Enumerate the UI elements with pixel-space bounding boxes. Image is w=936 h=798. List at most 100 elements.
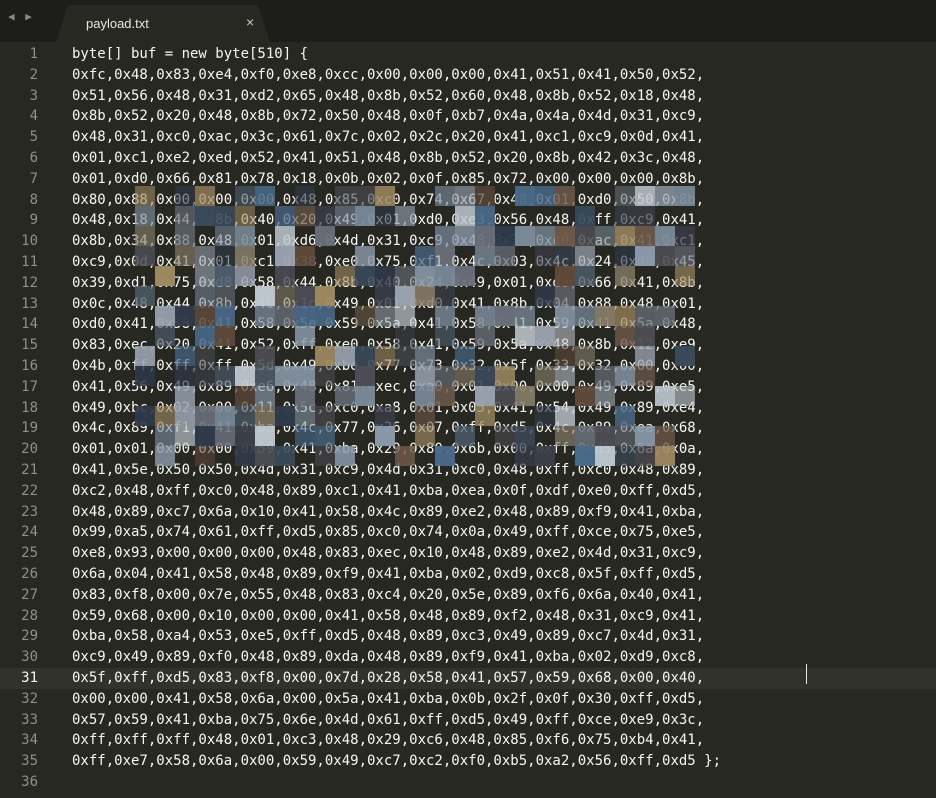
code-line[interactable]: 27 0x83,0xf8,0x00,0x7e,0x55,0x48,0x83,0xc… — [0, 585, 936, 606]
redaction-block — [175, 406, 195, 426]
redaction-block — [335, 206, 355, 226]
close-icon[interactable]: × — [246, 14, 254, 30]
code-text: 0x48,0x31,0xc0,0xac,0x3c,0x61,0x7c,0x02,… — [72, 129, 705, 146]
code-line[interactable]: 31 0x5f,0xff,0xd5,0x83,0xf8,0x00,0x7d,0x2… — [0, 667, 936, 689]
redaction-block — [535, 186, 555, 206]
redaction-block — [415, 246, 435, 266]
redaction-block — [355, 246, 375, 266]
code-line[interactable]: 1 byte[] buf = new byte[510] { — [0, 44, 936, 65]
redaction-block — [535, 406, 555, 426]
redaction-block — [255, 406, 275, 426]
line-number: 10 — [21, 233, 38, 250]
redaction-block — [415, 366, 435, 386]
redaction-block — [155, 446, 175, 466]
line-number: 13 — [21, 295, 38, 312]
redaction-block — [135, 406, 155, 426]
line-number: 33 — [21, 711, 38, 728]
redaction-block — [295, 326, 315, 346]
code-line[interactable]: 3 0x51,0x56,0x48,0x31,0xd2,0x65,0x48,0x8b… — [0, 86, 936, 107]
redaction-block — [435, 246, 455, 266]
code-line[interactable]: 23 0x48,0x89,0xc7,0x6a,0x10,0x41,0x58,0x4… — [0, 502, 936, 523]
redaction-block — [155, 426, 175, 446]
redaction-block — [395, 286, 415, 306]
redaction-block — [275, 366, 295, 386]
redaction-block — [135, 366, 155, 386]
redaction-block — [175, 206, 195, 226]
redaction-block — [455, 186, 475, 206]
redaction-block — [635, 246, 655, 266]
line-number: 21 — [21, 461, 38, 478]
redaction-block — [215, 266, 235, 286]
redaction-block — [215, 426, 235, 446]
tab-payload[interactable]: payload.txt × — [56, 5, 270, 42]
redaction-block — [635, 426, 655, 446]
redaction-block — [375, 406, 395, 426]
redaction-block — [535, 226, 555, 246]
redaction-block — [375, 186, 395, 206]
redaction-block — [235, 426, 255, 446]
redaction-block — [195, 286, 215, 306]
code-line[interactable]: 30 0xc9,0x49,0x89,0xf0,0x48,0x89,0xda,0x4… — [0, 647, 936, 668]
tab-title: payload.txt — [86, 16, 149, 31]
code-line[interactable]: 29 0xba,0x58,0xa4,0x53,0xe5,0xff,0xd5,0x4… — [0, 626, 936, 647]
redaction-block — [355, 206, 375, 226]
redaction-block — [315, 406, 335, 426]
code-line[interactable]: 25 0xe8,0x93,0x00,0x00,0x00,0x48,0x83,0xe… — [0, 543, 936, 564]
line-number: 20 — [21, 441, 38, 458]
redaction-block — [395, 446, 415, 466]
code-line[interactable]: 28 0x59,0x68,0x00,0x10,0x00,0x00,0x41,0x5… — [0, 606, 936, 627]
redaction-block — [475, 246, 495, 266]
redaction-block — [335, 346, 355, 366]
redaction-block — [615, 426, 635, 446]
code-text: 0xc9,0x49,0x89,0xf0,0x48,0x89,0xda,0x48,… — [72, 649, 705, 666]
code-line[interactable]: 34 0xff,0xff,0xff,0x48,0x01,0xc3,0x48,0x2… — [0, 730, 936, 751]
redaction-block — [615, 446, 635, 466]
redaction-block — [635, 446, 655, 466]
redaction-block — [355, 186, 375, 206]
code-line[interactable]: 36 — [0, 772, 936, 793]
code-line[interactable]: 6 0x01,0xc1,0xe2,0xed,0x52,0x41,0x51,0x48… — [0, 148, 936, 169]
tab-nav-arrows-icon[interactable]: ◀ ▶ — [8, 10, 34, 23]
redaction-block — [355, 266, 375, 286]
code-line[interactable]: 22 0xc2,0x48,0xff,0xc0,0x48,0x89,0xc1,0x4… — [0, 481, 936, 502]
code-line[interactable]: 4 0x8b,0x52,0x20,0x48,0x8b,0x72,0x50,0x48… — [0, 106, 936, 127]
redaction-block — [635, 206, 655, 226]
code-line[interactable]: 5 0x48,0x31,0xc0,0xac,0x3c,0x61,0x7c,0x02… — [0, 127, 936, 148]
redaction-block — [655, 246, 675, 266]
line-number: 19 — [21, 420, 38, 437]
redaction-block — [235, 266, 255, 286]
redaction-block — [195, 426, 215, 446]
redaction-block — [435, 226, 455, 246]
redaction-block — [175, 306, 195, 326]
redaction-block — [215, 406, 235, 426]
redaction-block — [295, 246, 315, 266]
redaction-block — [435, 286, 455, 306]
code-line[interactable]: 35 0xff,0xe7,0x58,0x6a,0x00,0x59,0x49,0xc… — [0, 751, 936, 772]
code-line[interactable]: 2 0xfc,0x48,0x83,0xe4,0xf0,0xe8,0xcc,0x00… — [0, 65, 936, 86]
code-line[interactable]: 33 0x57,0x59,0x41,0xba,0x75,0x6e,0x4d,0x6… — [0, 710, 936, 731]
redaction-block — [195, 246, 215, 266]
redaction-block — [155, 266, 175, 286]
redaction-block — [315, 286, 335, 306]
code-line[interactable]: 26 0x6a,0x04,0x41,0x58,0x48,0x89,0xf9,0x4… — [0, 564, 936, 585]
redaction-block — [575, 266, 595, 286]
redaction-block — [335, 266, 355, 286]
redaction-block — [375, 306, 395, 326]
line-number: 26 — [21, 565, 38, 582]
redaction-block — [295, 286, 315, 306]
code-line[interactable]: 32 0x00,0x00,0x41,0x58,0x6a,0x00,0x5a,0x4… — [0, 689, 936, 710]
redaction-block — [575, 306, 595, 326]
code-text: 0xff,0xff,0xff,0x48,0x01,0xc3,0x48,0x29,… — [72, 732, 705, 749]
redaction-block — [515, 186, 535, 206]
line-number: 31 — [21, 669, 38, 686]
redaction-block — [655, 306, 675, 326]
redaction-block — [595, 306, 615, 326]
redaction-block — [675, 186, 695, 206]
redaction-block — [215, 286, 235, 306]
redaction-block — [495, 426, 515, 446]
redaction-block — [555, 286, 575, 306]
redaction-block — [235, 446, 255, 466]
redaction-block — [275, 406, 295, 426]
code-line[interactable]: 24 0x99,0xa5,0x74,0x61,0xff,0xd5,0x85,0xc… — [0, 522, 936, 543]
redaction-block — [175, 246, 195, 266]
